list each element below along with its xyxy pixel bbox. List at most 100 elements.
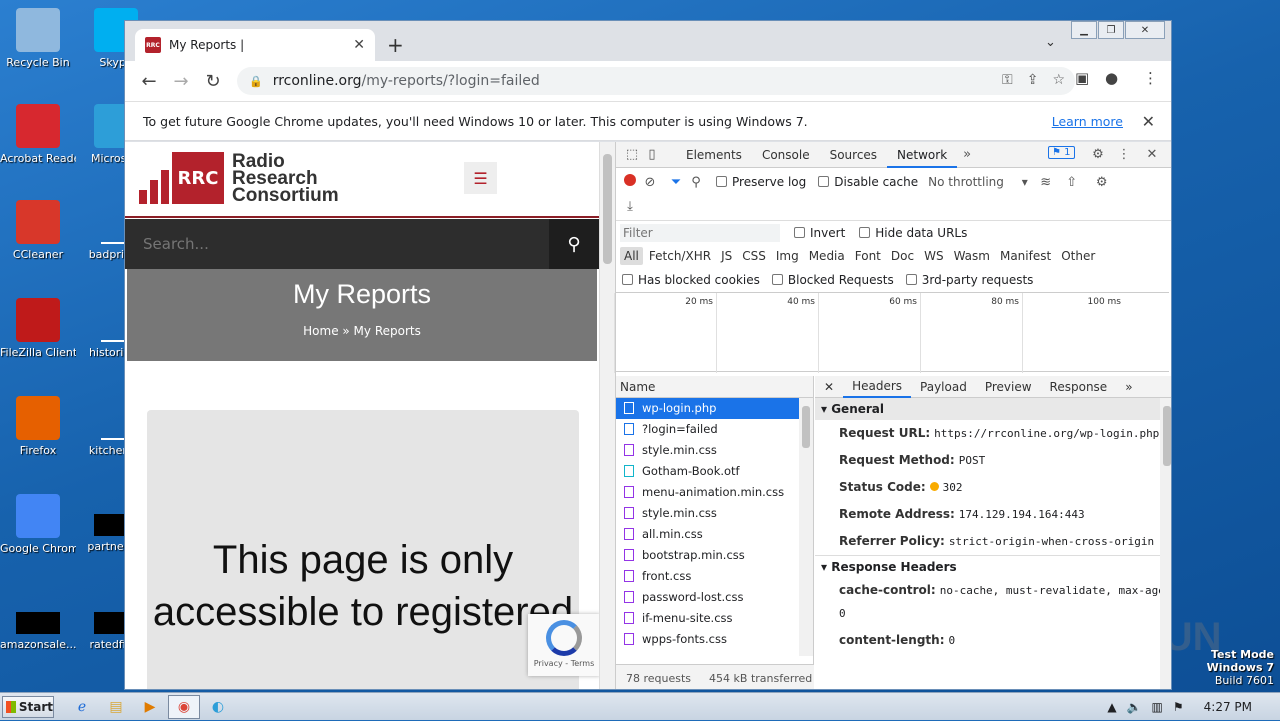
request-row[interactable]: front.css <box>616 566 813 587</box>
filter-input[interactable] <box>620 223 780 242</box>
close-tab-icon[interactable]: ✕ <box>353 37 365 53</box>
throttling-select[interactable]: No throttling ▾ <box>928 175 1028 189</box>
media-player-icon[interactable]: ▶ <box>134 695 166 719</box>
blocked-requests-checkbox[interactable]: Blocked Requests <box>771 273 894 287</box>
filter-type-wasm[interactable]: Wasm <box>950 247 994 265</box>
network-settings-icon[interactable]: ⚙ <box>1092 175 1112 190</box>
request-row[interactable]: style.min.css <box>616 503 813 524</box>
request-row[interactable]: all.min.css <box>616 524 813 545</box>
devtools-menu-icon[interactable]: ⋮ <box>1114 147 1134 162</box>
header-row[interactable]: cache-control: no-cache, must-revalidate,… <box>815 577 1171 627</box>
header-row[interactable]: content-length: 0 <box>815 627 1171 654</box>
new-tab-icon[interactable]: + <box>387 33 404 57</box>
request-row[interactable]: menu-animation.min.css <box>616 482 813 503</box>
reload-icon[interactable]: ↻ <box>197 71 229 92</box>
back-icon[interactable]: ← <box>133 71 165 92</box>
header-row[interactable]: Status Code: 302 <box>815 474 1171 501</box>
tab-search-icon[interactable]: ⌄ <box>1045 35 1056 50</box>
detail-tab-preview[interactable]: Preview <box>976 380 1041 394</box>
menu-kebab-icon[interactable]: ⋮ <box>1143 69 1158 87</box>
ie-icon[interactable]: ℯ <box>66 695 98 719</box>
clear-icon[interactable]: ⊘ <box>640 175 660 190</box>
timeline-overview[interactable]: 20 ms 40 ms 60 ms 80 ms 100 ms <box>614 292 1169 373</box>
detail-scrollbar[interactable] <box>1160 398 1171 689</box>
detail-tab-headers[interactable]: Headers <box>843 376 912 398</box>
inspect-icon[interactable]: ⬚ <box>622 147 642 162</box>
disable-cache-checkbox[interactable]: Disable cache <box>818 175 918 189</box>
explorer-folder-icon[interactable]: ▤ <box>100 695 132 719</box>
address-bar[interactable]: 🔒 rrconline.org/my-reports/?login=failed… <box>237 67 1075 95</box>
site-logo[interactable]: RRC Radio Research Consortium <box>139 152 339 205</box>
detail-tab-payload[interactable]: Payload <box>911 380 976 394</box>
desktop-icon[interactable]: Firefox <box>0 396 76 457</box>
preserve-log-checkbox[interactable]: Preserve log <box>716 175 806 189</box>
filter-type-manifest[interactable]: Manifest <box>996 247 1055 265</box>
close-infobar-icon[interactable]: ✕ <box>1142 112 1155 131</box>
learn-more-link[interactable]: Learn more <box>1052 114 1123 129</box>
close-detail-icon[interactable]: ✕ <box>815 380 843 394</box>
filter-icon[interactable]: ⏷ <box>666 175 686 190</box>
filter-type-font[interactable]: Font <box>851 247 885 265</box>
header-row[interactable]: Referrer Policy: strict-origin-when-cross… <box>815 528 1171 555</box>
request-row[interactable]: style.min.css <box>616 440 813 461</box>
name-column-header[interactable]: Name <box>616 376 813 398</box>
device-toolbar-icon[interactable]: ▯ <box>642 147 662 162</box>
desktop-icon[interactable]: Recycle Bin <box>0 8 76 69</box>
filter-type-ws[interactable]: WS <box>920 247 947 265</box>
request-list-scrollbar[interactable] <box>799 398 813 656</box>
has-blocked-cookies-checkbox[interactable]: Has blocked cookies <box>622 273 760 287</box>
search-icon[interactable]: ⚲ <box>549 219 599 269</box>
issues-badge[interactable]: ⚑ 1 <box>1048 146 1075 159</box>
devtools-tab-elements[interactable]: Elements <box>676 142 752 168</box>
hide-data-urls-checkbox[interactable]: Hide data URLs <box>859 226 967 240</box>
filter-type-media[interactable]: Media <box>805 247 849 265</box>
start-button[interactable]: Start <box>2 695 54 718</box>
request-row[interactable]: wp-login.php <box>616 398 813 419</box>
filter-type-all[interactable]: All <box>620 247 643 265</box>
filter-type-js[interactable]: JS <box>717 247 736 265</box>
filter-type-img[interactable]: Img <box>772 247 803 265</box>
maximize-icon[interactable]: ❐ <box>1098 21 1124 39</box>
request-row[interactable]: ?login=failed <box>616 419 813 440</box>
desktop-icon[interactable]: Google Chrome <box>0 494 76 555</box>
header-row[interactable]: Remote Address: 174.129.194.164:443 <box>815 501 1171 528</box>
bookmark-star-icon[interactable]: ☆ <box>1052 72 1065 88</box>
filter-type-other[interactable]: Other <box>1057 247 1099 265</box>
desktop-icon[interactable]: CCleaner <box>0 200 76 261</box>
site-search-input[interactable] <box>125 235 545 253</box>
export-har-icon[interactable]: ⤓ <box>620 199 640 214</box>
desktop-icon[interactable]: FileZilla Client <box>0 298 76 359</box>
close-window-icon[interactable]: ✕ <box>1125 21 1165 39</box>
network-conditions-icon[interactable]: ≋ <box>1036 175 1056 190</box>
invert-checkbox[interactable]: Invert <box>794 226 845 240</box>
profile-avatar-icon[interactable]: ● <box>1105 69 1118 87</box>
breadcrumb[interactable]: Home » My Reports <box>127 324 597 338</box>
chrome-taskbar-icon[interactable]: ◉ <box>168 694 200 719</box>
devtools-tab-network[interactable]: Network <box>887 142 958 168</box>
side-panel-icon[interactable]: ▣ <box>1075 69 1089 87</box>
minimize-icon[interactable]: ▁ <box>1071 21 1097 39</box>
general-section-header[interactable]: ▾ General <box>815 398 1171 420</box>
detail-tab-response[interactable]: Response <box>1041 380 1117 394</box>
tray-expand-icon[interactable]: ▲ <box>1107 700 1116 714</box>
more-tabs-icon[interactable]: » <box>957 147 977 162</box>
recaptcha-badge[interactable]: Privacy - Terms <box>528 614 599 676</box>
desktop-icon[interactable]: amazonsale... <box>0 592 76 651</box>
clock[interactable]: 4:27 PM <box>1204 700 1252 714</box>
close-devtools-icon[interactable]: ✕ <box>1142 147 1162 162</box>
desktop-icon[interactable]: Acrobat Reader DC <box>0 104 76 165</box>
browser-tab[interactable]: RRC My Reports | ✕ <box>135 29 375 61</box>
request-row[interactable]: wpps-fonts.css <box>616 629 813 650</box>
share-icon[interactable]: ⇪ <box>1027 72 1039 88</box>
action-center-flag-icon[interactable]: ⚑ <box>1173 700 1184 714</box>
settings-gear-icon[interactable]: ⚙ <box>1088 147 1108 162</box>
request-row[interactable]: Gotham-Book.otf <box>616 461 813 482</box>
import-har-icon[interactable]: ⇧ <box>1062 175 1082 190</box>
search-network-icon[interactable]: ⚲ <box>686 175 706 190</box>
header-row[interactable]: Request Method: POST <box>815 447 1171 474</box>
recaptcha-terms[interactable]: Privacy - Terms <box>528 659 599 668</box>
forward-icon[interactable]: → <box>165 71 197 92</box>
more-detail-tabs-icon[interactable]: » <box>1116 380 1141 394</box>
filter-type-css[interactable]: CSS <box>738 247 770 265</box>
lock-icon[interactable]: 🔒 <box>249 75 263 88</box>
